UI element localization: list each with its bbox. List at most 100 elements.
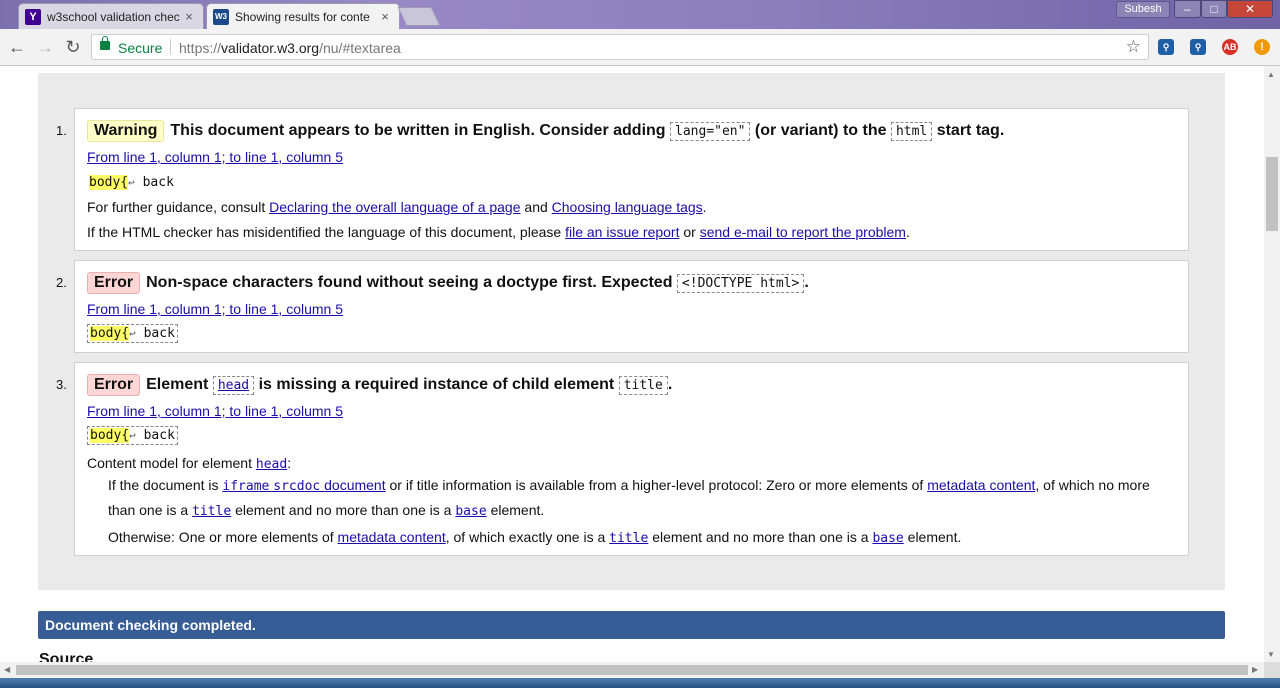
paragraph-text: than one is a [108,502,189,518]
code-doctype: <!DOCTYPE html> [676,274,805,293]
scroll-up-arrow-icon[interactable]: ▲ [1267,70,1275,79]
guidance-text: For further guidance, consult [87,199,266,215]
menu-alert-icon[interactable]: ! [1254,39,1270,55]
vertical-scroll-thumb[interactable] [1266,157,1278,231]
forward-arrow-icon[interactable]: → [35,37,55,57]
extract-rest: back [134,175,174,190]
close-tab-icon[interactable]: × [377,9,393,24]
search-extension-icon[interactable]: ⚲ [1190,39,1206,55]
code-html-element: html [890,122,933,141]
extract-rest: back [135,326,175,341]
content-model-paragraph-1: If the document is iframe srcdoc documen… [108,477,1150,494]
guidance-text: . [702,199,707,215]
extract-rest: back [135,428,175,443]
scroll-right-arrow-icon[interactable]: ▶ [1252,665,1258,674]
content-model-paragraph-1-cont: than one is a title element and no more … [108,502,544,519]
message-heading: Error Element head is missing a required … [87,374,672,396]
source-extract: body{↩ back [87,324,178,343]
message-text: is missing a required instance of child … [258,376,615,393]
paragraph-text: element. [907,529,962,545]
back-arrow-icon[interactable]: ← [7,37,27,57]
horizontal-scrollbar[interactable]: ◀ ▶ [0,662,1264,678]
declaring-language-link[interactable]: Declaring the overall language of a page [269,199,520,215]
title-element-link[interactable]: title [192,504,231,519]
misidentified-line: If the HTML checker has misidentified th… [87,224,910,240]
code-title-element: title [618,376,668,395]
bookmark-star-icon[interactable]: ☆ [1126,37,1141,57]
return-icon: ↩ [129,429,136,442]
base-element-link[interactable]: base [455,504,486,519]
paragraph-text: Otherwise: One or more elements of [108,529,334,545]
document-text: document [324,477,386,493]
location-link[interactable]: From line 1, column 1; to line 1, column… [87,149,343,165]
metadata-content-link[interactable]: metadata content [927,477,1035,493]
tab-title: w3school validation chec [47,9,180,24]
choosing-language-tags-link[interactable]: Choosing language tags [552,199,703,215]
iframe-srcdoc-link[interactable]: iframe srcdoc document [222,477,386,494]
misidentified-text: or [683,224,696,240]
warning-badge: Warning [87,120,165,142]
profile-button[interactable]: Subesh [1116,1,1170,18]
message-number: 1. [56,123,67,138]
metadata-content-link[interactable]: metadata content [338,529,446,545]
close-window-button[interactable]: ✕ [1227,0,1273,18]
extract-highlight: body{ [89,175,129,190]
error-badge: Error [87,272,141,294]
yahoo-favicon-icon: Y [25,8,41,25]
code-lang-attribute: lang="en" [670,122,751,141]
location-link[interactable]: From line 1, column 1; to line 1, column… [87,403,343,419]
content-model-paragraph-2: Otherwise: One or more elements of metad… [108,529,961,546]
message-error-title: Error Element head is missing a required … [74,362,1189,556]
status-bar-completed: Document checking completed. [38,611,1225,639]
location-link[interactable]: From line 1, column 1; to line 1, column… [87,301,343,317]
code-head-link[interactable]: head [212,376,255,395]
message-text: Non-space characters found without seein… [146,274,673,291]
maximize-button[interactable]: □ [1201,0,1227,18]
message-heading: Warning This document appears to be writt… [87,120,1004,142]
message-text: Element [146,376,209,393]
paragraph-text: element and no more than one is a [235,502,452,518]
url-scheme: https:// [179,40,222,56]
content-model-text: : [287,455,292,471]
scroll-down-arrow-icon[interactable]: ▼ [1267,650,1275,659]
address-bar[interactable]: Secure https://validator.w3.org/nu/#text… [91,34,1149,60]
guidance-line: For further guidance, consult Declaring … [87,199,707,215]
file-issue-link[interactable]: file an issue report [565,224,679,240]
source-heading: Source [39,651,94,662]
message-warning-lang: Warning This document appears to be writt… [74,108,1189,251]
message-error-doctype: Error Non-space characters found without … [74,260,1189,353]
title-element-link[interactable]: title [609,531,648,546]
minimize-button[interactable]: – [1174,0,1201,18]
message-text: (or variant) to the [754,122,887,139]
base-element-link[interactable]: base [872,531,903,546]
close-tab-icon[interactable]: × [181,9,197,24]
return-icon: ↩ [128,176,135,189]
message-text: This document appears to be written in E… [170,122,666,139]
iframe-code: iframe [222,479,270,494]
new-tab-button[interactable] [397,7,441,26]
source-extract: body{↩ back [87,426,178,445]
horizontal-scroll-thumb[interactable] [16,665,1248,675]
source-extract: body{↩ back [87,174,176,191]
error-badge: Error [87,374,141,396]
reload-icon[interactable]: ↻ [63,37,83,57]
url-text[interactable]: https://validator.w3.org/nu/#textarea [179,40,401,56]
paragraph-text: If the document is [108,477,219,493]
url-path: /nu/#textarea [319,40,401,56]
message-number: 2. [56,275,67,290]
search-extension-icon[interactable]: ⚲ [1158,39,1174,55]
tab-validator-results[interactable]: W3 Showing results for conte × [206,3,400,29]
paragraph-text: , of which no more [1035,477,1150,493]
vertical-scrollbar[interactable]: ▲ ▼ [1264,66,1280,662]
paragraph-text: element. [490,502,545,518]
head-element-link[interactable]: head [256,457,287,472]
adblock-icon[interactable]: AB [1222,39,1238,55]
secure-label: Secure [118,40,163,56]
extract-highlight: body{ [90,428,130,443]
send-email-link[interactable]: send e-mail to report the problem [700,224,906,240]
tab-w3school-validation[interactable]: Y w3school validation chec × [18,3,204,29]
message-text: . [667,376,673,393]
content-model-text: Content model for element [87,455,252,471]
paragraph-text: or if title information is available fro… [389,477,924,493]
scroll-left-arrow-icon[interactable]: ◀ [4,665,10,674]
